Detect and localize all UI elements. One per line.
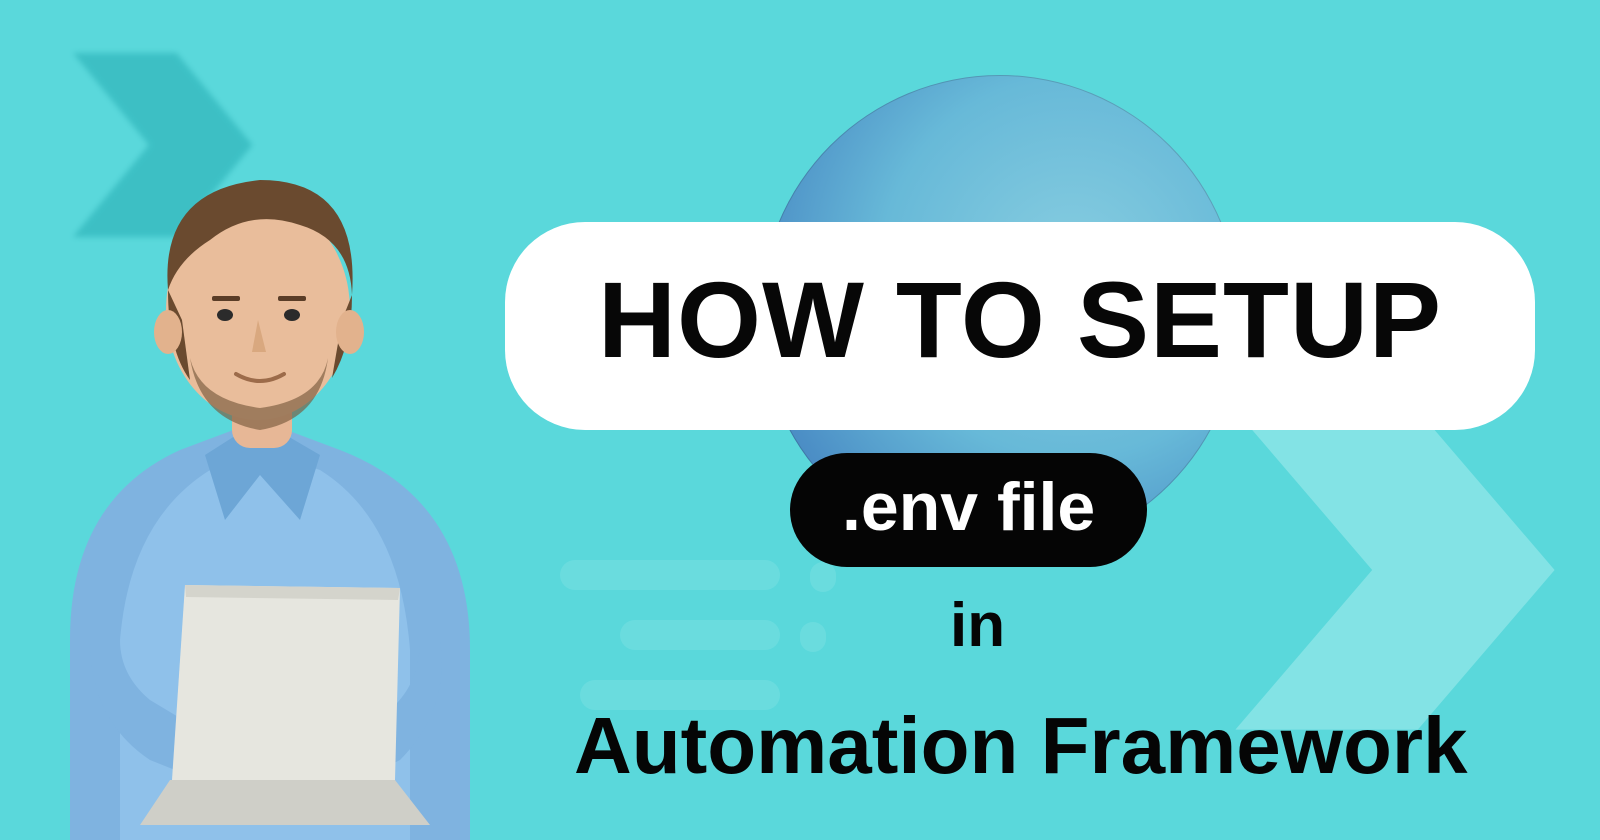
title-text: HOW TO SETUP	[565, 266, 1475, 374]
person-with-laptop-illustration	[0, 120, 530, 840]
title-pill: HOW TO SETUP	[505, 222, 1535, 430]
env-label: .env file	[842, 473, 1095, 541]
env-pill: .env file	[790, 453, 1147, 567]
word-in: in	[950, 590, 1005, 661]
framework-line: Automation Framework	[574, 700, 1467, 792]
